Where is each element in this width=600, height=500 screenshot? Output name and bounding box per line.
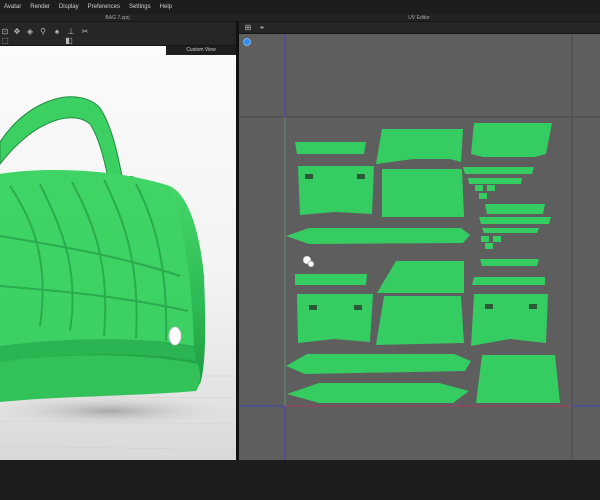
uv-piece (463, 167, 534, 174)
uv-pin-point (307, 260, 315, 268)
project-title: BAG 7.zprj (105, 15, 130, 21)
uv-piece (475, 185, 483, 191)
uv-piece (472, 277, 545, 285)
user-icon[interactable]: ♠ (52, 27, 62, 37)
uv-piece (480, 259, 539, 266)
uv-piece (295, 274, 367, 285)
uv-piece (479, 217, 551, 224)
uv-piece (471, 294, 548, 346)
uv-piece (482, 228, 539, 233)
uv-piece (485, 204, 545, 214)
uv-piece (481, 236, 489, 242)
garment-icon[interactable]: ◈ (25, 27, 35, 37)
uv-piece (471, 123, 552, 157)
menu-settings[interactable]: Settings (129, 4, 151, 10)
pin-icon[interactable]: ⚲ (38, 27, 48, 37)
toolbar-uv: ⊞ ⌖ (239, 22, 600, 34)
menu-avatar[interactable]: Avatar (4, 4, 21, 10)
panel-title-row: BAG 7.zprj UV Editor (0, 14, 600, 22)
uv-editor-title: UV Editor (408, 15, 430, 21)
uv-piece (377, 261, 464, 293)
uv-piece (376, 296, 464, 345)
menu-preferences[interactable]: Preferences (88, 4, 120, 10)
uv-piece (479, 193, 487, 199)
uv-editor-canvas[interactable] (239, 34, 600, 460)
uv-edit-point-icon[interactable]: ⌖ (257, 23, 267, 33)
uv-piece (376, 129, 463, 164)
fold-icon[interactable]: ✂ (80, 27, 90, 37)
uv-piece (382, 169, 464, 217)
uv-piece (297, 294, 373, 343)
uv-layout (239, 34, 600, 460)
uv-piece (287, 383, 469, 403)
uv-piece (476, 355, 560, 403)
uv-piece (298, 166, 374, 215)
uv-piece (487, 185, 495, 191)
uv-pattern-pieces (286, 123, 560, 403)
menu-display[interactable]: Display (59, 4, 79, 10)
viewport-3d[interactable] (0, 46, 236, 460)
menu-bar: Avatar Render Display Preferences Settin… (0, 0, 600, 14)
menu-render[interactable]: Render (30, 4, 50, 10)
uv-piece (485, 243, 493, 249)
bag-render (0, 96, 236, 451)
custom-view-label[interactable]: Custom View (166, 46, 236, 55)
menu-help[interactable]: Help (160, 4, 172, 10)
move-icon[interactable]: ✥ (12, 27, 22, 37)
expand-icon[interactable]: ⬚ (0, 36, 10, 46)
uv-transform-icon[interactable]: ⊞ (243, 23, 253, 33)
uv-piece (468, 178, 522, 184)
uv-piece (286, 228, 470, 244)
status-bar (0, 460, 600, 500)
uv-piece (295, 142, 366, 154)
uv-sphere-icon (243, 38, 251, 46)
uv-piece (493, 236, 501, 242)
uv-piece (286, 354, 471, 374)
toolbar-3d: ⊡ ✥ ◈ ⚲ ♠ ⊥ ✂ ◧ ⬚ (0, 22, 236, 46)
arrange-icon[interactable]: ◧ (64, 36, 74, 46)
